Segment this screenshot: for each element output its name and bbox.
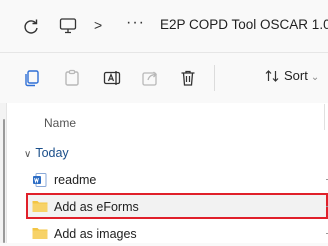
paste-icon[interactable] <box>62 68 82 88</box>
rename-icon[interactable] <box>102 68 122 88</box>
group-label: Today <box>35 146 69 160</box>
folder-name: Add as images <box>54 227 137 241</box>
group-header-today[interactable]: ∨ Today <box>24 146 69 160</box>
scrollbar-thumb[interactable] <box>3 119 5 243</box>
breadcrumb-separator: > <box>94 17 103 33</box>
delete-icon[interactable] <box>178 68 198 88</box>
chevron-down-icon: ⌄ <box>310 72 320 83</box>
list-item-readme[interactable]: readme <box>30 168 328 192</box>
breadcrumb-overflow-button[interactable]: ··· <box>126 14 145 32</box>
command-bar: Sort ⌄ <box>0 52 328 104</box>
column-divider[interactable] <box>324 104 325 130</box>
breadcrumb-current-folder[interactable]: E2P COPD Tool OSCAR 1.0.0 <box>160 17 328 32</box>
this-pc-icon[interactable] <box>58 17 78 35</box>
copy-icon[interactable] <box>22 68 42 88</box>
sort-button[interactable]: Sort ⌄ <box>264 68 319 88</box>
folder-name: Add as eForms <box>54 200 139 214</box>
sort-icon <box>265 70 279 82</box>
collapse-caret-icon: ∨ <box>24 149 32 160</box>
toolbar-divider <box>214 65 215 91</box>
word-document-icon <box>32 172 48 187</box>
column-header-name[interactable]: Name <box>44 116 76 130</box>
share-icon[interactable] <box>140 68 160 88</box>
address-bar: > ··· E2P COPD Tool OSCAR 1.0.0 <box>0 0 328 52</box>
list-item-add-as-eforms[interactable]: Add as eForms <box>30 195 328 219</box>
refresh-icon[interactable] <box>22 17 40 35</box>
folder-icon <box>32 199 48 213</box>
folder-icon <box>32 226 48 240</box>
list-item-add-as-images[interactable]: Add as images <box>30 222 328 246</box>
file-name: readme <box>54 173 97 187</box>
nav-pane-scrollbar[interactable] <box>0 103 7 243</box>
sort-label: Sort <box>284 68 308 83</box>
